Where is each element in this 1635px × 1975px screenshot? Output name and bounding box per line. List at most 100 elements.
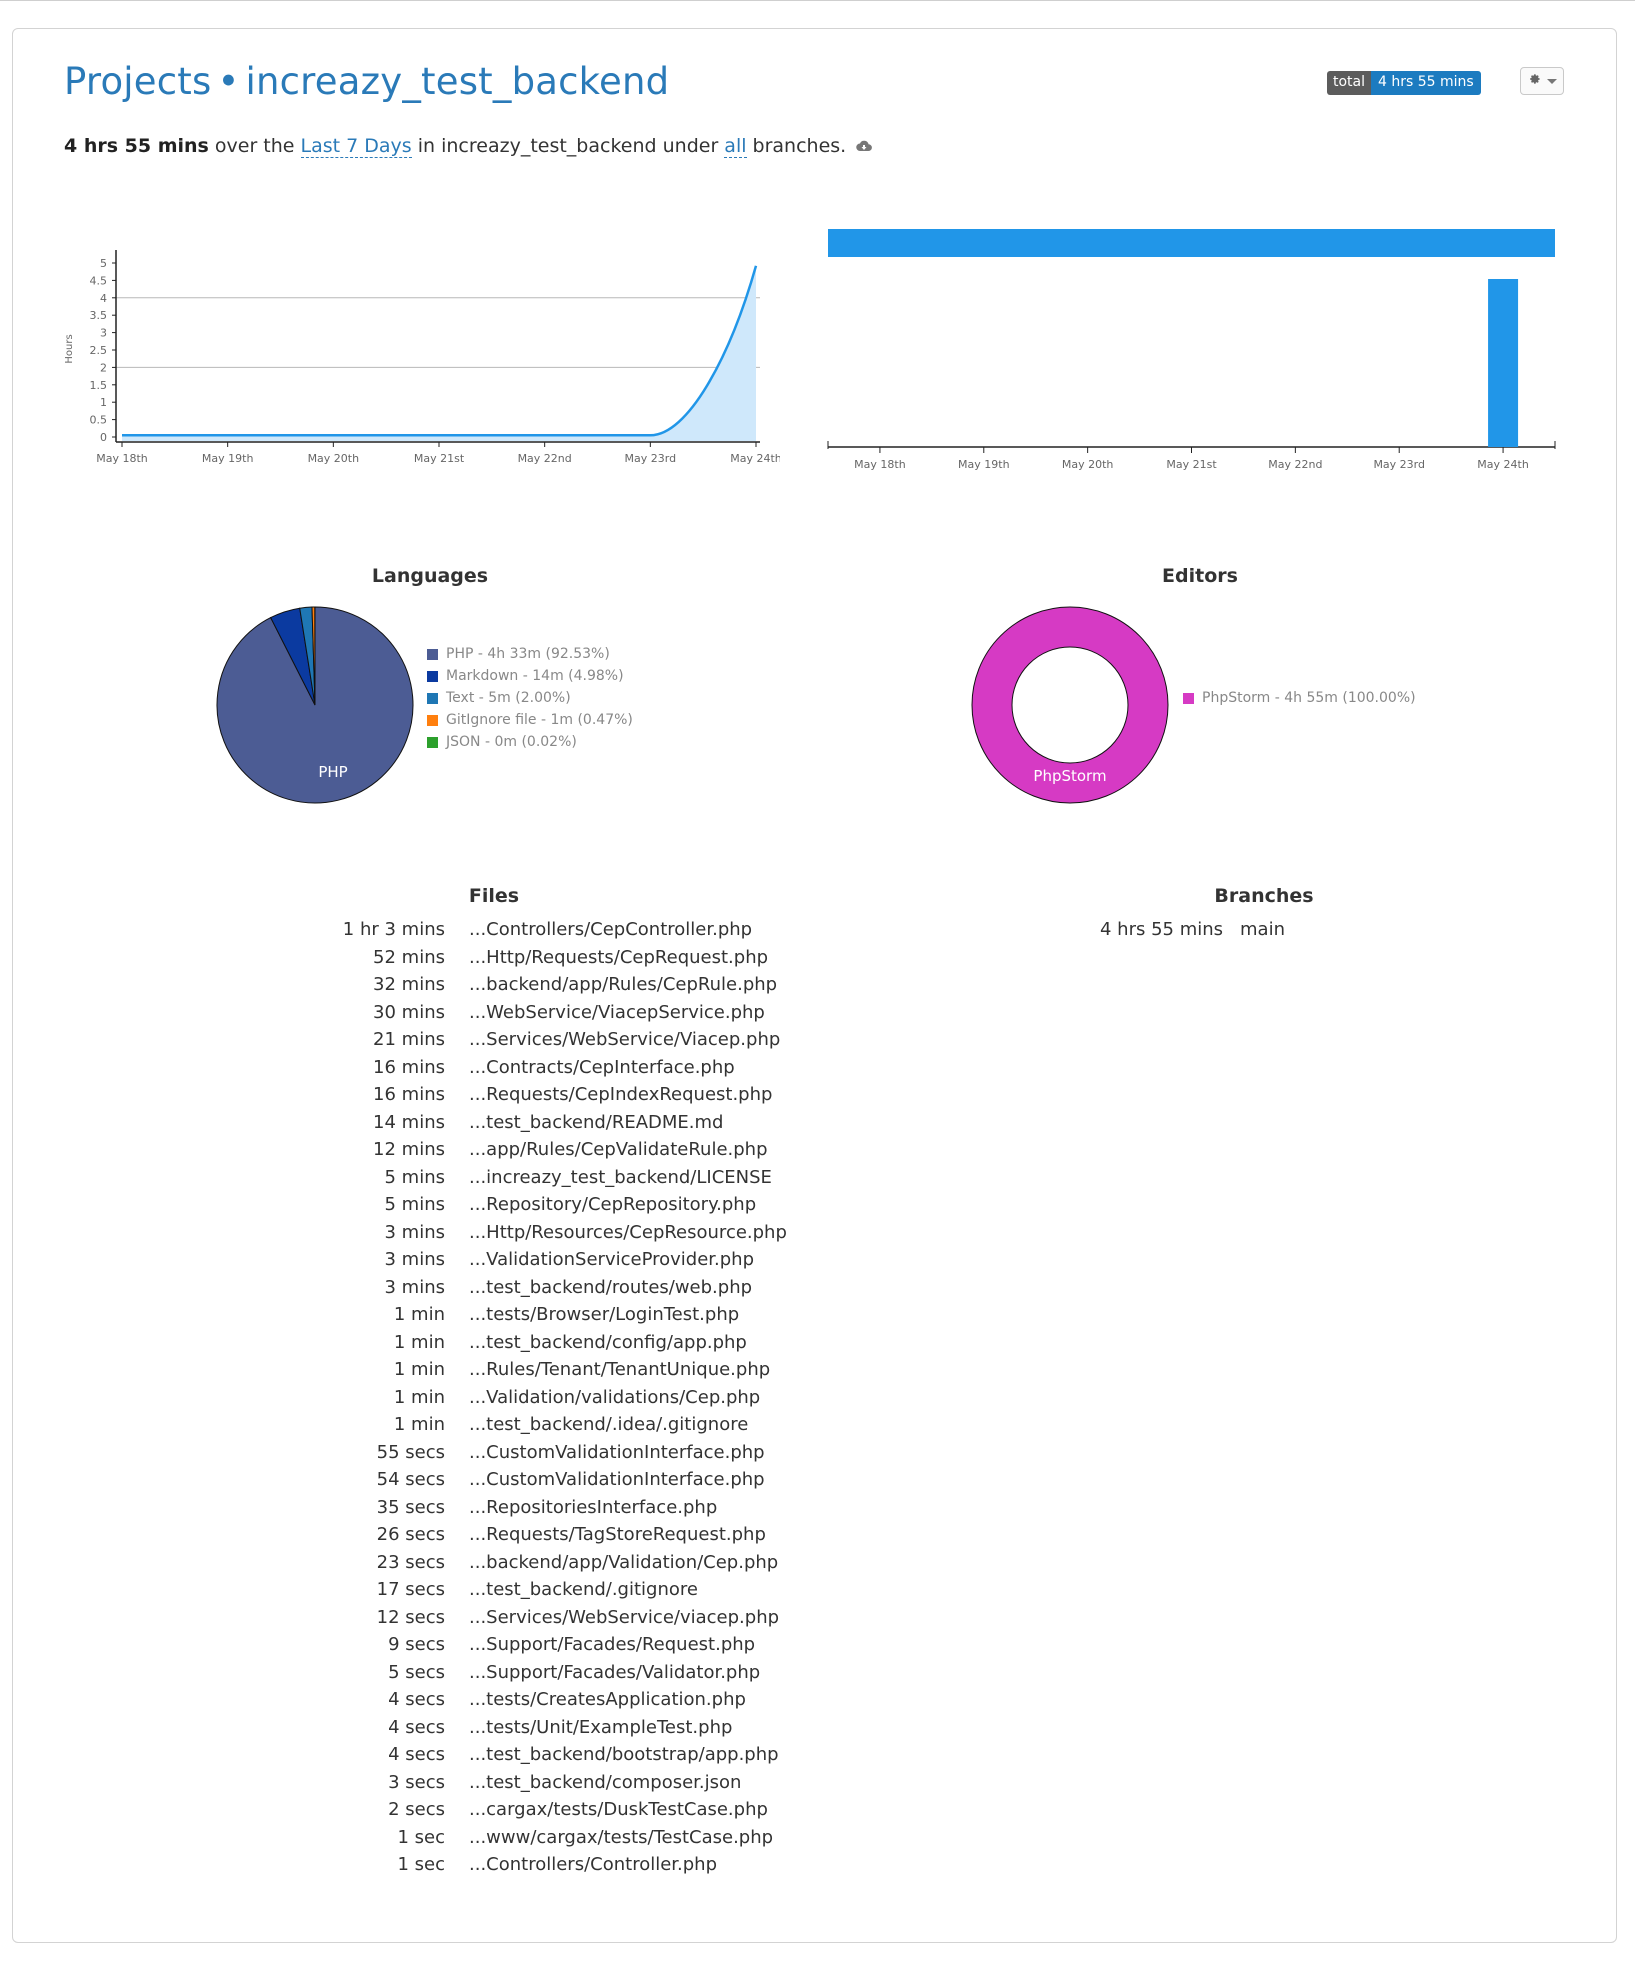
files-row[interactable]: 12 mins ...app/Rules/CepValidateRule.php [330, 1136, 787, 1164]
total-summary-bar[interactable] [828, 229, 1555, 257]
x-tick-label: May 21st [1166, 458, 1217, 471]
legend-swatch [427, 692, 438, 704]
cloud-download-icon[interactable] [856, 140, 873, 156]
files-time: 5 mins [384, 1194, 446, 1216]
files-row[interactable]: 5 secs ...Support/Facades/Validator.php [330, 1659, 787, 1687]
donut-hole [1011, 646, 1129, 764]
legend-swatch [427, 648, 438, 660]
settings-dropdown-button[interactable] [1520, 67, 1564, 95]
files-time: 9 secs [388, 1634, 445, 1656]
files-row[interactable]: 3 mins ...ValidationServiceProvider.php [330, 1246, 787, 1274]
files-row[interactable]: 5 mins ...increazy_test_backend/LICENSE [330, 1164, 787, 1192]
files-row[interactable]: 1 sec ...Controllers/Controller.php [330, 1851, 787, 1879]
files-row[interactable]: 30 mins ...WebService/ViacepService.php [330, 999, 787, 1027]
files-time: 54 secs [376, 1469, 445, 1491]
files-time: 1 min [393, 1304, 445, 1326]
x-tick-label: May 23rd [1373, 458, 1425, 471]
legend-item[interactable]: GitIgnore file - 1m (0.47%) [427, 709, 633, 731]
files-time: 3 mins [384, 1249, 446, 1271]
legend-item[interactable]: Markdown - 14m (4.98%) [427, 665, 633, 687]
files-row[interactable]: 12 secs ...Services/WebService/viacep.php [330, 1604, 787, 1632]
files-row[interactable]: 54 secs ...CustomValidationInterface.php [330, 1466, 787, 1494]
files-time: 1 min [393, 1414, 445, 1436]
branches-title: Branches [1214, 885, 1314, 907]
files-time: 30 mins [373, 1001, 445, 1023]
legend-label: Markdown - 14m (4.98%) [446, 668, 624, 684]
files-title: Files [468, 885, 520, 907]
files-row[interactable]: 1 sec ...www/cargax/tests/TestCase.php [330, 1824, 787, 1852]
legend-swatch [427, 736, 438, 748]
legend-item[interactable]: Text - 5m (2.00%) [427, 687, 633, 709]
files-row[interactable]: 23 secs ...backend/app/Validation/Cep.php [330, 1549, 787, 1577]
files-row[interactable]: 21 mins ...Services/WebService/Viacep.php [330, 1026, 787, 1054]
files-name: ...Contracts/CepInterface.php [469, 1056, 735, 1078]
files-row[interactable]: 55 secs ...CustomValidationInterface.php [330, 1439, 787, 1467]
legend-item[interactable]: PHP - 4h 33m (92.53%) [427, 643, 633, 665]
files-time: 1 sec [397, 1826, 445, 1848]
files-row[interactable]: 16 mins ...Requests/CepIndexRequest.php [330, 1081, 787, 1109]
files-row[interactable]: 1 min ...tests/Browser/LoginTest.php [330, 1301, 787, 1329]
files-time: 3 mins [384, 1221, 446, 1243]
files-row[interactable]: 16 mins ...Contracts/CepInterface.php [330, 1054, 787, 1082]
legend-label: PhpStorm - 4h 55m (100.00%) [1202, 690, 1416, 706]
y-axis-label: Hours [64, 334, 75, 363]
files-row[interactable]: 1 min ...Rules/Tenant/TenantUnique.php [330, 1356, 787, 1384]
files-row[interactable]: 32 mins ...backend/app/Rules/CepRule.php [330, 971, 787, 999]
files-name: ...CustomValidationInterface.php [469, 1441, 765, 1463]
files-time: 4 secs [388, 1744, 445, 1766]
files-name: ...WebService/ViacepService.php [469, 1001, 765, 1023]
files-row[interactable]: 14 mins ...test_backend/README.md [330, 1109, 787, 1137]
files-time: 1 min [393, 1386, 445, 1408]
date-range-link[interactable]: Last 7 Days [300, 135, 412, 158]
files-name: ...test_backend/routes/web.php [469, 1276, 753, 1298]
branches-row[interactable]: 4 hrs 55 mins main [1100, 916, 1285, 944]
files-time: 5 mins [384, 1166, 446, 1188]
files-row[interactable]: 26 secs ...Requests/TagStoreRequest.php [330, 1521, 787, 1549]
files-row[interactable]: 1 min ...test_backend/config/app.php [330, 1329, 787, 1357]
summary-text-3: branches. [746, 135, 847, 157]
files-row[interactable]: 4 secs ...tests/CreatesApplication.php [330, 1686, 787, 1714]
files-row[interactable]: 3 secs ...test_backend/composer.json [330, 1769, 787, 1797]
legend-label: PHP - 4h 33m (92.53%) [446, 646, 610, 662]
files-time: 5 secs [388, 1661, 445, 1683]
files-name: ...Repository/CepRepository.php [469, 1194, 757, 1216]
files-row[interactable]: 9 secs ...Support/Facades/Request.php [330, 1631, 787, 1659]
files-row[interactable]: 1 min ...Validation/validations/Cep.php [330, 1384, 787, 1412]
x-tick-label: May 18th [96, 452, 148, 465]
files-row[interactable]: 3 mins ...Http/Resources/CepResource.php [330, 1219, 787, 1247]
x-tick-label: May 24th [730, 452, 780, 465]
files-row[interactable]: 1 min ...test_backend/.idea/.gitignore [330, 1411, 787, 1439]
files-name: ...Controllers/CepController.php [469, 919, 753, 941]
files-row[interactable]: 4 secs ...test_backend/bootstrap/app.php [330, 1741, 787, 1769]
branches-time: 4 hrs 55 mins [1100, 919, 1224, 941]
legend-label: GitIgnore file - 1m (0.47%) [446, 712, 633, 728]
files-time: 4 secs [388, 1689, 445, 1711]
files-row[interactable]: 4 secs ...tests/Unit/ExampleTest.php [330, 1714, 787, 1742]
files-row[interactable]: 2 secs ...cargax/tests/DuskTestCase.php [330, 1796, 787, 1824]
languages-title: Languages [371, 565, 489, 587]
files-name: ...www/cargax/tests/TestCase.php [469, 1826, 774, 1848]
project-name-link[interactable]: increazy_test_backend [246, 60, 670, 103]
branches-filter-link[interactable]: all [724, 135, 747, 158]
files-row[interactable]: 5 mins ...Repository/CepRepository.php [330, 1191, 787, 1219]
day-bar[interactable] [1488, 279, 1519, 447]
projects-link[interactable]: Projects [64, 60, 211, 103]
files-name: ...tests/CreatesApplication.php [469, 1689, 746, 1711]
legend-item[interactable]: PhpStorm - 4h 55m (100.00%) [1183, 687, 1416, 709]
legend-item[interactable]: JSON - 0m (0.02%) [427, 731, 633, 753]
files-name: ...app/Rules/CepValidateRule.php [469, 1139, 768, 1161]
files-row[interactable]: 17 secs ...test_backend/.gitignore [330, 1576, 787, 1604]
files-time: 2 secs [388, 1799, 445, 1821]
files-row[interactable]: 1 hr 3 mins ...Controllers/CepController.… [330, 916, 787, 944]
total-badge-value: 4 hrs 55 mins [1371, 71, 1481, 95]
files-name: ...Services/WebService/viacep.php [469, 1606, 780, 1628]
x-tick-label: May 19th [958, 458, 1010, 471]
files-row[interactable]: 35 secs ...RepositoriesInterface.php [330, 1494, 787, 1522]
legend-label: Text - 5m (2.00%) [446, 690, 571, 706]
branches-name: main [1240, 919, 1285, 941]
daily-hours-area-chart: 0 0.5 1 1.5 2 2.5 3 3.5 4 4.5 5 Hours May 18th May 19… [64, 250, 780, 465]
files-row[interactable]: 52 mins ...Http/Requests/CepRequest.php [330, 944, 787, 972]
files-name: ...Http/Requests/CepRequest.php [469, 946, 769, 968]
files-row[interactable]: 3 mins ...test_backend/routes/web.php [330, 1274, 787, 1302]
page-title: Projects • increazy_test_backend [64, 60, 669, 103]
